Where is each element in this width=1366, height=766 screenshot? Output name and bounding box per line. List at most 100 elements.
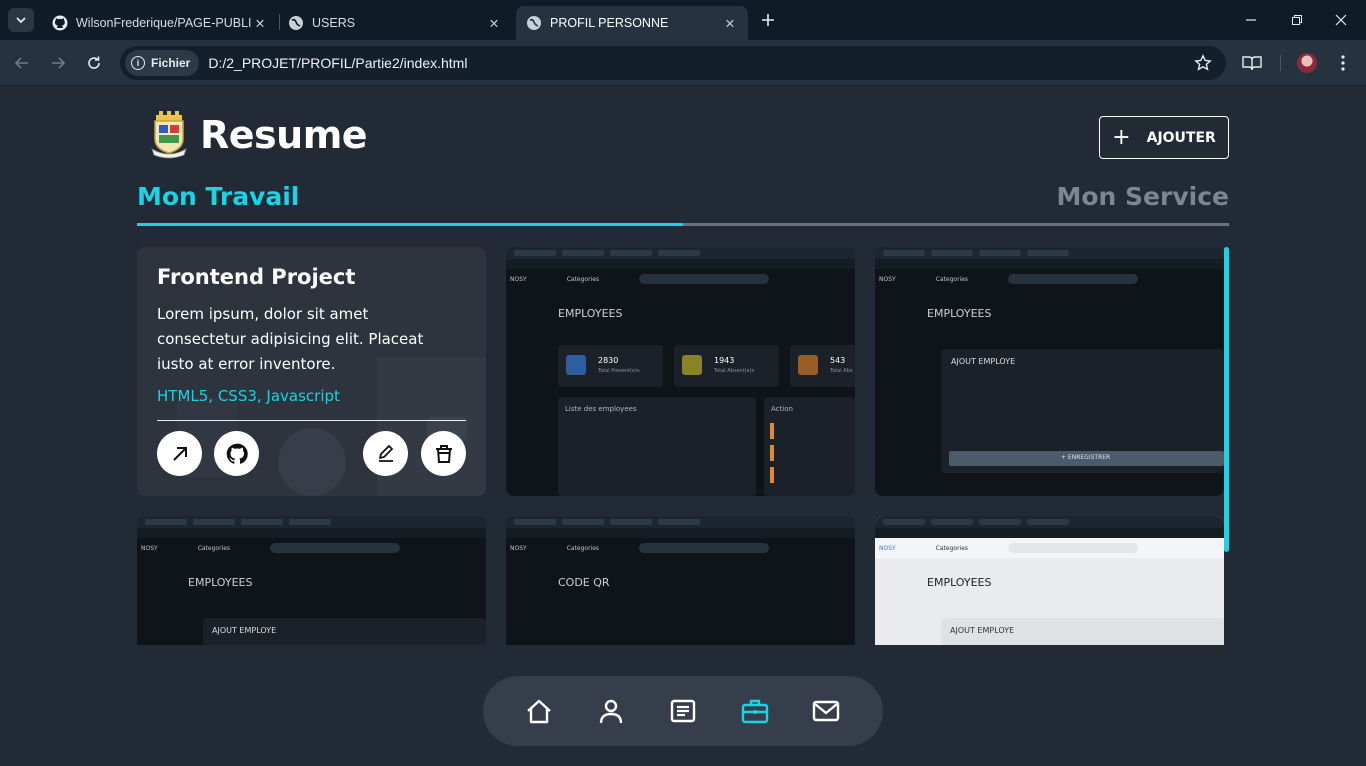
- nav-home[interactable]: [524, 696, 554, 726]
- thumb-stat-value: 1943: [714, 356, 735, 365]
- thumb-stat-card: 543 Total Abs: [790, 345, 855, 387]
- tab-title: WilsonFrederique/PAGE-PUBLIC: [76, 16, 252, 30]
- thumb-nav-label: Categories: [566, 275, 600, 283]
- add-button-label: AJOUTER: [1146, 129, 1216, 146]
- tab-search-button[interactable]: [8, 8, 34, 32]
- reload-button[interactable]: [82, 51, 106, 75]
- thumb-form-title: AJOUT EMPLOYE: [950, 626, 1015, 635]
- external-link-icon: [172, 446, 187, 461]
- thumb-form-title: AJOUT EMPLOYE: [951, 357, 1016, 366]
- bottom-nav: [483, 676, 883, 746]
- restore-button[interactable]: [1274, 6, 1320, 34]
- thumb-tabbar: [506, 247, 855, 259]
- add-button[interactable]: + AJOUTER: [1099, 116, 1229, 159]
- thumb-form: AJOUT EMPLOYE: [203, 618, 486, 645]
- thumb-heading: EMPLOYEES: [927, 307, 992, 320]
- thumb-stat-value: 543: [830, 356, 846, 365]
- thumb-navbar: NOSY Categories: [506, 269, 855, 289]
- book-icon: [1242, 56, 1262, 71]
- thumb-brand: NOSY: [510, 275, 527, 283]
- thumb-addressbar: [875, 259, 1224, 269]
- browser-toolbar: i Fichier D:/2_PROJET/PROFIL/Partie2/ind…: [0, 40, 1366, 86]
- browser-tab-profil[interactable]: PROFIL PERSONNE ✕: [516, 6, 748, 40]
- back-button[interactable]: [10, 51, 34, 75]
- briefcase-icon: [741, 699, 769, 724]
- thumb-table-title: Liste des employees: [565, 405, 637, 413]
- section-tabs: Mon Travail Mon Service: [137, 182, 1229, 227]
- thumb-stat-label: Total Abs: [830, 368, 853, 374]
- minimize-button[interactable]: [1228, 6, 1274, 34]
- arrow-left-icon: [14, 57, 28, 69]
- thumb-stat-card: 2830 Total Present(e)s: [558, 345, 663, 387]
- project-card-employees-form[interactable]: NOSY Categories EMPLOYEES AJOUT EMPLOYE: [137, 516, 486, 645]
- nav-resume[interactable]: [668, 696, 698, 726]
- browser-tab-users[interactable]: USERS ✕: [278, 6, 512, 40]
- toolbar-separator: [1280, 55, 1281, 71]
- project-card-employees-list[interactable]: NOSY Categories EMPLOYEES 2830 Total Pres…: [506, 247, 855, 496]
- nav-portfolio[interactable]: [740, 696, 770, 726]
- chevron-down-icon: [16, 17, 26, 24]
- browser-menu-button[interactable]: [1331, 51, 1355, 75]
- plus-icon: [762, 14, 774, 26]
- close-icon[interactable]: ✕: [486, 15, 502, 31]
- thumb-heading: EMPLOYEES: [558, 307, 623, 320]
- close-window-button[interactable]: [1318, 6, 1364, 34]
- thumb-brand: NOSY: [510, 544, 527, 552]
- bookmark-star-icon[interactable]: [1194, 54, 1212, 72]
- browser-tab-bar: WilsonFrederique/PAGE-PUBLIC ✕ USERS ✕ P…: [0, 0, 1366, 40]
- forward-button[interactable]: [46, 51, 70, 75]
- article-icon: [670, 699, 696, 723]
- close-icon[interactable]: ✕: [722, 15, 738, 31]
- profile-button[interactable]: [1295, 51, 1319, 75]
- project-card-featured[interactable]: Frontend Project Lorem ipsum, dolor sit …: [137, 247, 486, 496]
- avatar: [1297, 53, 1317, 73]
- project-grid: Frontend Project Lorem ipsum, dolor sit …: [137, 247, 1224, 645]
- nav-contact[interactable]: [811, 696, 841, 726]
- thumb-navbar: NOSY Categories: [506, 538, 855, 558]
- reload-icon: [88, 56, 100, 69]
- thumb-addressbar: [506, 259, 855, 269]
- address-bar[interactable]: i Fichier D:/2_PROJET/PROFIL/Partie2/ind…: [120, 46, 1226, 80]
- tab-title: USERS: [312, 16, 356, 30]
- chip-label: Fichier: [151, 56, 191, 70]
- project-card-code-qr[interactable]: NOSY Categories CODE QR: [506, 516, 855, 645]
- grid-scrollbar[interactable]: [1224, 247, 1229, 552]
- github-icon: [52, 15, 68, 31]
- tab-mon-service[interactable]: Mon Service: [1057, 182, 1230, 211]
- nav-profile[interactable]: [596, 696, 626, 726]
- globe-icon: [527, 16, 541, 30]
- thumb-action-panel: Action: [764, 397, 855, 496]
- tab-title: PROFIL PERSONNE: [550, 16, 669, 30]
- thumb-brand: NOSY: [141, 544, 158, 552]
- thumb-form: AJOUT EMPLOYE + ENREGISTRER: [941, 349, 1224, 473]
- reading-mode-button[interactable]: [1240, 51, 1264, 75]
- thumb-search: [1008, 274, 1139, 284]
- crest-logo-icon: [151, 111, 187, 159]
- edit-button[interactable]: [363, 431, 408, 476]
- thumb-navbar: NOSY Categories: [137, 538, 486, 558]
- project-card-add-employee[interactable]: NOSY Categories EMPLOYEES AJOUT EMPLOYE +…: [875, 247, 1224, 496]
- thumb-tabbar: [875, 516, 1224, 528]
- thumb-tabbar: [137, 516, 486, 528]
- delete-button[interactable]: [421, 431, 466, 476]
- site-info-chip[interactable]: i Fichier: [125, 50, 200, 76]
- project-card-light-theme[interactable]: NOSY Categories EMPLOYEES AJOUT EMPLOYE: [875, 516, 1224, 645]
- project-title: Frontend Project: [157, 265, 356, 289]
- minimize-icon: [1246, 19, 1256, 21]
- mail-icon: [812, 700, 840, 722]
- thumb-search: [639, 543, 770, 553]
- more-vertical-icon: [1341, 55, 1345, 71]
- thumb-addressbar: [137, 528, 486, 538]
- thumb-nav-label: Categories: [566, 544, 600, 552]
- tab-mon-travail[interactable]: Mon Travail: [137, 182, 299, 211]
- page-title: Resume: [200, 113, 368, 157]
- browser-tab-github[interactable]: WilsonFrederique/PAGE-PUBLIC ✕: [42, 6, 278, 40]
- url-text[interactable]: D:/2_PROJET/PROFIL/Partie2/index.html: [208, 55, 467, 71]
- thumb-stat-card: 1943 Total Absent(e)s: [674, 345, 779, 387]
- close-icon[interactable]: ✕: [252, 15, 268, 31]
- new-tab-button[interactable]: [758, 10, 778, 30]
- open-project-button[interactable]: [157, 431, 202, 476]
- close-icon: [1335, 14, 1347, 26]
- github-button[interactable]: [214, 431, 259, 476]
- thumb-nav-label: Categories: [935, 275, 969, 283]
